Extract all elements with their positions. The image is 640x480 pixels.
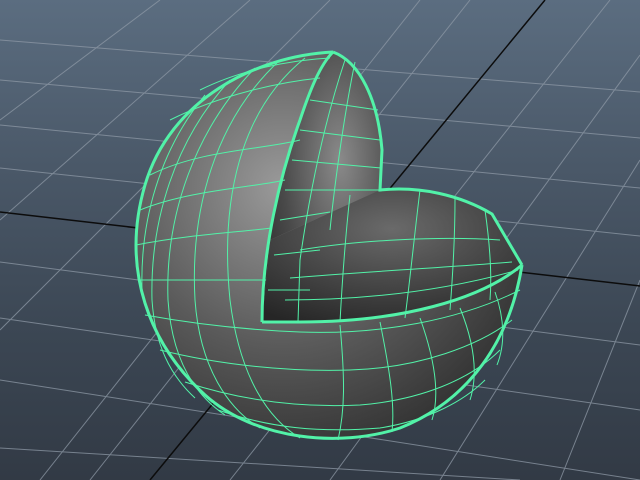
grid-line (0, 0, 161, 121)
viewport-scene[interactable] (0, 0, 640, 480)
grid-line (559, 279, 640, 480)
grid-line (0, 447, 521, 480)
partial-sphere-object[interactable] (134, 50, 524, 441)
3d-viewport[interactable] (0, 0, 640, 480)
